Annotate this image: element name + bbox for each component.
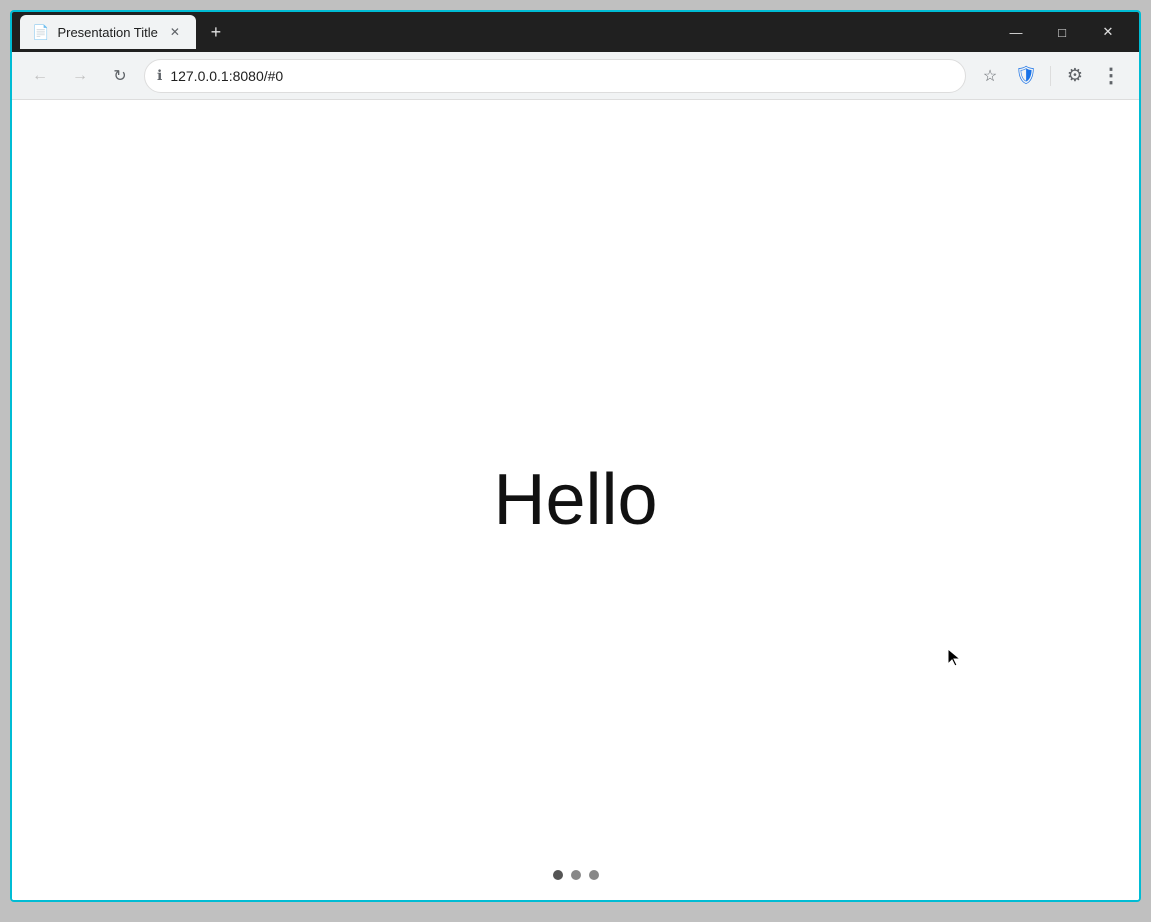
reload-button[interactable]: ↻ [104, 60, 136, 92]
forward-button[interactable]: → [64, 60, 96, 92]
slide-dot-2[interactable] [571, 870, 581, 880]
back-button[interactable]: ← [24, 60, 56, 92]
slide-dot-1[interactable] [553, 870, 563, 880]
reload-icon: ↻ [113, 66, 126, 86]
browser-window: 📄 Presentation Title ✕ + — □ ✕ ← → ↻ ℹ [10, 10, 1141, 902]
slide-content: Hello [12, 100, 1139, 900]
window-controls: — □ ✕ [993, 16, 1131, 48]
forward-icon: → [72, 67, 88, 85]
page-content: Hello [12, 100, 1139, 900]
menu-button[interactable]: ⋮ [1095, 60, 1127, 92]
tab-icon: 📄 [32, 24, 49, 41]
extensions-icon: ⚙ [1067, 65, 1083, 86]
url-input[interactable] [170, 68, 953, 84]
extensions-button[interactable]: ⚙ [1059, 60, 1091, 92]
slide-dot-3[interactable] [589, 870, 599, 880]
back-icon: ← [32, 67, 48, 85]
slide-dots [553, 870, 599, 880]
nav-divider [1050, 66, 1051, 86]
shield-button[interactable]: 🛡 [1010, 60, 1042, 92]
tab-strip: 📄 Presentation Title ✕ + [20, 12, 993, 52]
address-bar[interactable]: ℹ [144, 59, 966, 93]
close-button[interactable]: ✕ [1085, 16, 1131, 48]
tab-title: Presentation Title [57, 25, 157, 40]
nav-actions: ☆ 🛡 ⚙ ⋮ [974, 60, 1127, 92]
tab-close-button[interactable]: ✕ [166, 23, 184, 41]
nav-bar: ← → ↻ ℹ ☆ 🛡 ⚙ ⋮ [12, 52, 1139, 100]
bookmark-button[interactable]: ☆ [974, 60, 1006, 92]
new-tab-button[interactable]: + [202, 18, 230, 46]
slide-main-text: Hello [493, 459, 657, 541]
menu-icon: ⋮ [1101, 63, 1121, 88]
active-tab[interactable]: 📄 Presentation Title ✕ [20, 15, 196, 49]
maximize-button[interactable]: □ [1039, 16, 1085, 48]
security-icon: ℹ [157, 67, 162, 84]
minimize-button[interactable]: — [993, 16, 1039, 48]
title-bar: 📄 Presentation Title ✕ + — □ ✕ [12, 12, 1139, 52]
bookmark-icon: ☆ [983, 66, 997, 86]
shield-icon: 🛡 [1015, 65, 1038, 86]
